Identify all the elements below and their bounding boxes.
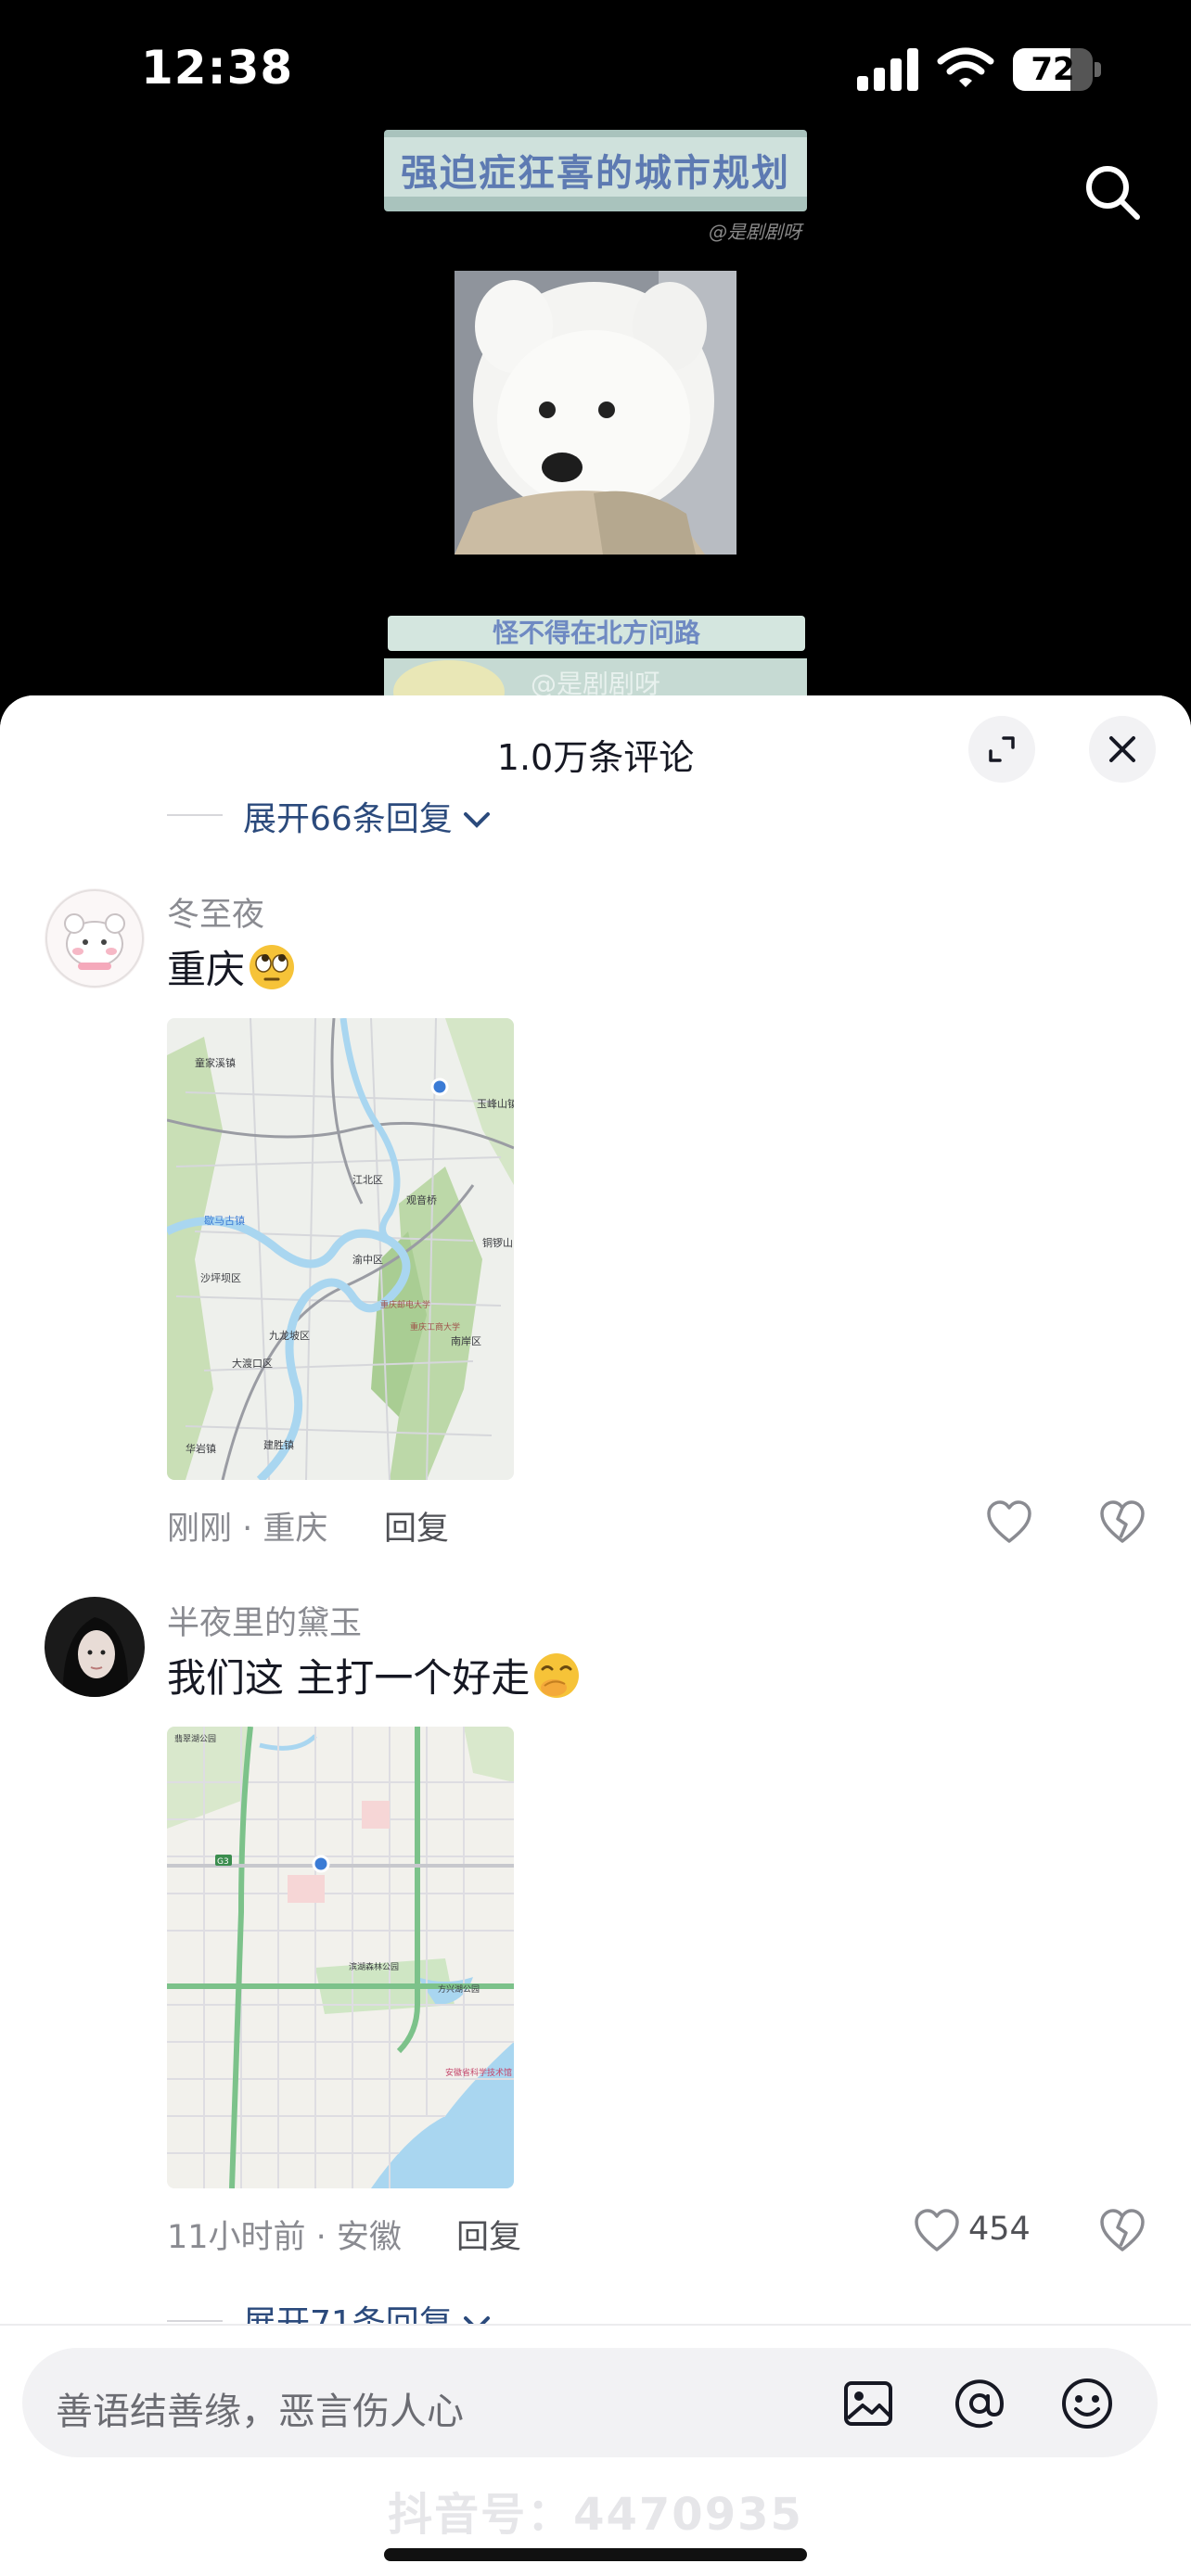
comment-text-content: 重庆	[167, 947, 246, 992]
comment-text-content: 我们这 主打一个好走	[167, 1655, 531, 1701]
video-subtitle: 怪不得在北方问路	[388, 616, 805, 651]
replies-divider	[167, 814, 223, 816]
comment-time-location: 11小时前 · 安徽	[167, 2219, 402, 2256]
reply-button[interactable]: 回复	[456, 2211, 521, 2258]
comment-text: 我们这 主打一个好走	[167, 1647, 582, 1703]
at-icon[interactable]	[950, 2374, 1009, 2433]
comment-input-placeholder[interactable]: 善语结善缘，恶言伤人心	[56, 2381, 464, 2435]
emoji-icon[interactable]	[1057, 2374, 1117, 2433]
chevron-down-icon	[463, 812, 490, 828]
replies-divider	[167, 2320, 223, 2322]
video-player[interactable]: 强迫症狂喜的城市规划 @是剧剧呀 怪不得在北方问路 @是剧剧呀	[0, 111, 1191, 705]
reply-button[interactable]: 回复	[384, 1502, 449, 1549]
svg-text:九龙坡区: 九龙坡区	[269, 1330, 310, 1342]
comment-sheet-header: 1.0万条评论	[0, 695, 1191, 797]
dog-image	[455, 271, 736, 555]
svg-text:沙坪坝区: 沙坪坝区	[200, 1271, 241, 1284]
chongqing-map-image[interactable]: 童家溪镇 江北区 观音桥 沙坪坝区 渝中区 九龙坡区 大渡口区 南岸区 重庆邮电…	[167, 1018, 514, 1480]
heart-icon[interactable]	[983, 1497, 1035, 1549]
svg-text:滨湖森林公园: 滨湖森林公园	[349, 1961, 399, 1972]
search-icon[interactable]	[1080, 159, 1146, 226]
svg-text:观音桥: 观音桥	[406, 1193, 437, 1206]
comment-time-location: 刚刚 · 重庆	[167, 1511, 328, 1548]
broken-heart-icon[interactable]	[1096, 2205, 1148, 2257]
svg-text:重庆邮电大学: 重庆邮电大学	[380, 1299, 430, 1310]
svg-text:渝中区: 渝中区	[352, 1253, 383, 1266]
expand-sheet-button[interactable]	[968, 716, 1035, 783]
svg-text:歇马古镇: 歇马古镇	[204, 1214, 245, 1227]
svg-text:南岸区: 南岸区	[451, 1335, 481, 1347]
video-watermark: @是剧剧呀	[709, 221, 801, 243]
svg-text:玉峰山镇: 玉峰山镇	[477, 1097, 514, 1110]
svg-text:翡翠湖公园: 翡翠湖公园	[174, 1733, 216, 1744]
douyin-watermark: 抖音号：4470935	[388, 2489, 803, 2541]
broken-heart-icon[interactable]	[1096, 1497, 1148, 1549]
comment-input[interactable]: 善语结善缘，恶言伤人心	[22, 2348, 1158, 2457]
expand-icon	[989, 736, 1015, 762]
svg-text:大渡口区: 大渡口区	[232, 1357, 273, 1370]
eye-roll-emoji	[250, 945, 295, 989]
hand-over-mouth-emoji	[534, 1653, 580, 1698]
battery-percentage: 72	[1031, 51, 1075, 88]
comment-sheet: 1.0万条评论 展开66条回复 冬至夜 重庆 童家溪镇 江北区 观音桥 沙坪坝区…	[0, 695, 1191, 2576]
close-sheet-button[interactable]	[1089, 716, 1156, 783]
home-indicator[interactable]	[384, 2548, 807, 2561]
hefei-map-image[interactable]: G3 翡翠湖公园 滨湖森林公园 方兴湖公园 安徽省科学技术馆	[167, 1727, 514, 2188]
expand-replies-label: 展开66条回复	[243, 800, 453, 838]
image-icon[interactable]	[839, 2374, 898, 2433]
like-count: 454	[968, 2211, 1031, 2248]
battery-indicator: 72	[1013, 48, 1102, 91]
comment-username[interactable]: 冬至夜	[167, 888, 264, 936]
svg-text:铜锣山: 铜锣山	[482, 1236, 513, 1249]
comment-text: 重庆	[167, 938, 297, 995]
status-time: 12:38	[141, 41, 294, 95]
comment-item: 半夜里的黛玉 我们这 主打一个好走 G3 翡翠湖公园 滨湖森林公园 方兴湖公园 …	[0, 1597, 1191, 2256]
heart-icon[interactable]	[911, 2205, 963, 2257]
svg-text:安徽省科学技术馆: 安徽省科学技术馆	[445, 2067, 512, 2078]
comment-username[interactable]: 半夜里的黛玉	[167, 1597, 362, 1644]
svg-text:G3: G3	[217, 1857, 229, 1867]
expand-replies-top[interactable]: 展开66条回复	[243, 792, 492, 840]
close-icon	[1109, 736, 1135, 762]
comment-item: 冬至夜 重庆 童家溪镇 江北区 观音桥 沙坪坝区 渝中区 九龙坡区 大渡口区 南…	[0, 888, 1191, 1548]
svg-text:方兴湖公园: 方兴湖公园	[438, 1983, 480, 1995]
svg-text:重庆工商大学: 重庆工商大学	[410, 1321, 460, 1333]
svg-text:江北区: 江北区	[352, 1174, 383, 1186]
video-subtitle-text: 怪不得在北方问路	[492, 618, 700, 648]
comment-input-bar: 善语结善缘，恶言伤人心 抖音号：4470935	[0, 2324, 1191, 2576]
video-title-text: 强迫症狂喜的城市规划	[401, 152, 790, 195]
svg-text:童家溪镇: 童家溪镇	[195, 1056, 236, 1069]
svg-text:华岩镇: 华岩镇	[186, 1442, 216, 1455]
cellular-signal-icon	[857, 48, 918, 91]
avatar[interactable]	[45, 888, 145, 988]
svg-text:建胜镇: 建胜镇	[263, 1438, 294, 1451]
wifi-icon	[937, 47, 994, 87]
avatar[interactable]	[45, 1597, 145, 1697]
video-title-banner: 强迫症狂喜的城市规划	[384, 130, 807, 211]
